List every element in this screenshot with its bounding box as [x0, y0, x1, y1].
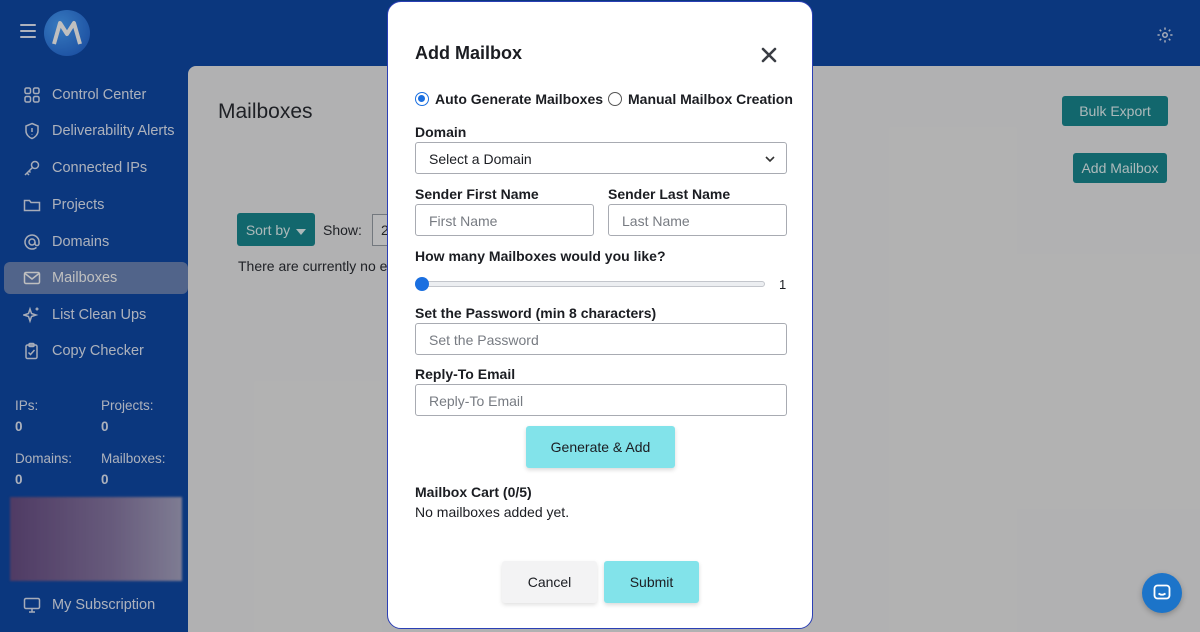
mailbox-count-label: How many Mailboxes would you like?: [415, 248, 666, 264]
mailbox-cart-title: Mailbox Cart (0/5): [415, 484, 532, 500]
radio-button[interactable]: [608, 92, 622, 106]
cancel-button[interactable]: Cancel: [502, 561, 597, 603]
radio-label: Manual Mailbox Creation: [628, 91, 793, 107]
submit-label: Submit: [629, 574, 674, 590]
chevron-down-icon: [765, 156, 775, 163]
generate-add-label: Generate & Add: [550, 439, 651, 455]
modal-title: Add Mailbox: [415, 43, 522, 63]
mailbox-count-slider-track[interactable]: [421, 281, 765, 287]
reply-to-input[interactable]: Reply-To Email: [415, 384, 787, 416]
radio-manual-creation[interactable]: Manual Mailbox Creation: [608, 91, 793, 107]
domain-label: Domain: [415, 124, 467, 140]
radio-button-selected[interactable]: [415, 92, 429, 106]
generate-add-button[interactable]: Generate & Add: [526, 426, 675, 468]
domain-select-value: Select a Domain: [429, 151, 532, 167]
cancel-label: Cancel: [527, 574, 572, 590]
password-input[interactable]: Set the Password: [415, 323, 787, 355]
password-label: Set the Password (min 8 characters): [415, 305, 657, 321]
mailbox-cart-empty-text: No mailboxes added yet.: [415, 504, 570, 520]
add-mailbox-modal: Add Mailbox Auto Generate Mailboxes Manu…: [387, 1, 813, 629]
last-name-input[interactable]: Last Name: [608, 204, 787, 236]
first-name-label: Sender First Name: [415, 186, 539, 202]
reply-to-label: Reply-To Email: [415, 366, 516, 382]
radio-label: Auto Generate Mailboxes: [435, 91, 604, 107]
domain-select[interactable]: Select a Domain: [415, 142, 787, 174]
mailbox-count-slider-handle[interactable]: [415, 277, 429, 291]
chat-icon: [1153, 584, 1171, 600]
first-name-input[interactable]: First Name: [415, 204, 594, 236]
chat-support-button[interactable]: [1142, 573, 1182, 613]
mailbox-count-value: 1: [779, 277, 787, 292]
radio-auto-generate[interactable]: Auto Generate Mailboxes: [415, 91, 603, 107]
close-icon[interactable]: [758, 44, 780, 66]
last-name-label: Sender Last Name: [608, 186, 731, 202]
submit-button[interactable]: Submit: [604, 561, 699, 603]
